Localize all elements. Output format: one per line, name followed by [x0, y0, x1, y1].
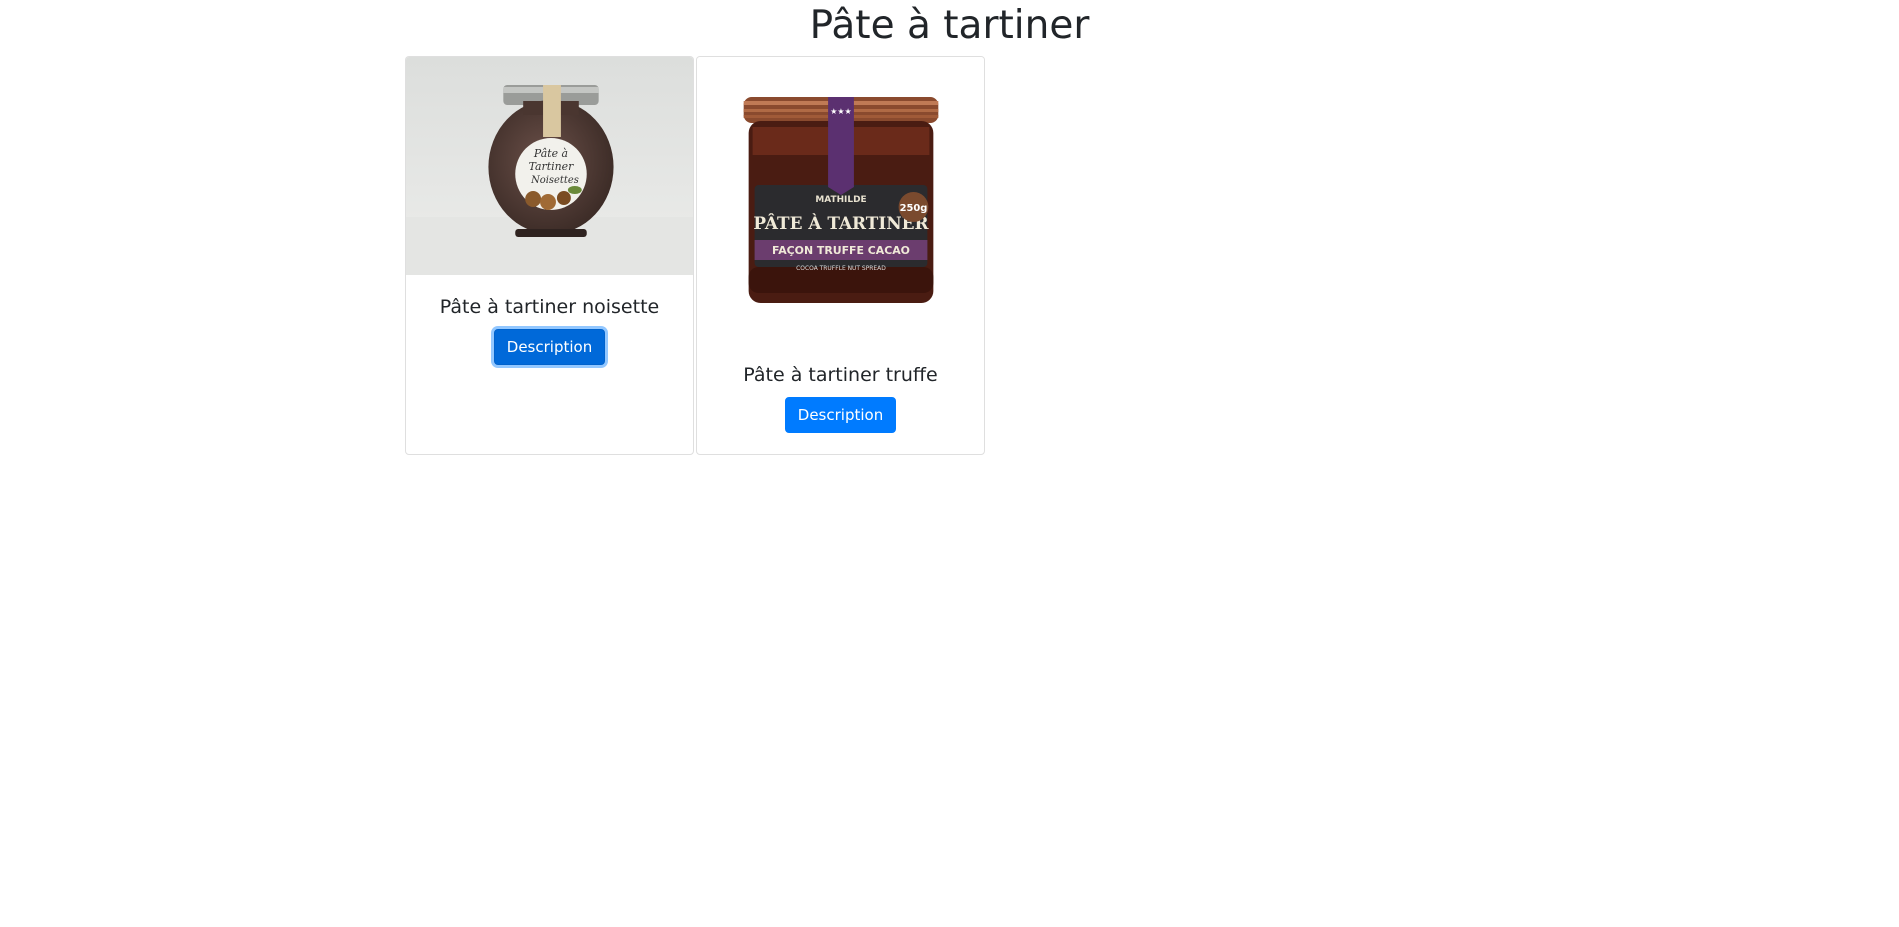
product-title: Pâte à tartiner truffe — [743, 364, 938, 386]
card-body: Pâte à tartiner noisette Description — [406, 275, 693, 365]
jar-label-text: Pâte à — [533, 147, 568, 160]
product-image-noisette: Pâte à Tartiner Noisettes — [406, 57, 693, 275]
card-body: Pâte à tartiner truffe Description — [697, 343, 984, 433]
svg-text:★★★: ★★★ — [830, 107, 851, 116]
description-button[interactable]: Description — [493, 329, 606, 365]
product-list: Pâte à Tartiner Noisettes Pâte à tartine… — [405, 56, 985, 455]
product-image-truffe: ★★★ MATHILDE PÂTE À TARTINER FAÇON TRUFF… — [697, 57, 984, 343]
svg-text:Noisettes: Noisettes — [530, 175, 579, 186]
product-card-noisette: Pâte à Tartiner Noisettes Pâte à tartine… — [405, 56, 694, 455]
label-note: COCOA TRUFFLE NUT SPREAD — [796, 265, 886, 272]
page-title: Pâte à tartiner — [809, 3, 1090, 48]
svg-text:Tartiner: Tartiner — [529, 160, 575, 173]
label-subtitle: FAÇON TRUFFE CACAO — [772, 244, 910, 257]
label-weight: 250g — [900, 203, 928, 214]
description-button[interactable]: Description — [784, 397, 897, 433]
product-card-truffe: ★★★ MATHILDE PÂTE À TARTINER FAÇON TRUFF… — [696, 56, 985, 455]
product-title: Pâte à tartiner noisette — [439, 296, 660, 318]
label-brand: MATHILDE — [815, 195, 866, 205]
